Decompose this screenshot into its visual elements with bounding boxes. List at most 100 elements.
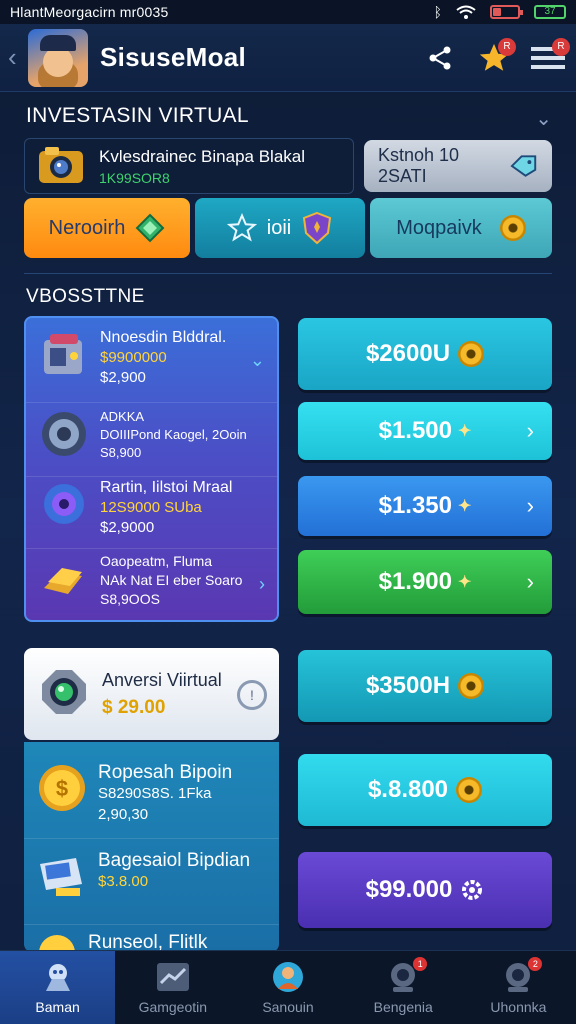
disc-icon xyxy=(38,408,90,460)
item-price: $2,9000 xyxy=(100,519,155,536)
avatar[interactable] xyxy=(28,28,88,87)
list-item[interactable]: $ Ropesah Bipoin S8290S8S. 1Fka 2,90,30 xyxy=(36,762,232,825)
list-item[interactable]: Nnoesdin Blddral. $9900000 $2,900 ⌄ xyxy=(26,328,277,388)
list-item[interactable]: Rartin, Iilstoi Mraal 12S9000 SUba $2,90… xyxy=(26,478,277,538)
nav-label: Uhonnka xyxy=(490,998,547,1015)
chevron-right-icon: › xyxy=(526,493,534,518)
item-name: Oaopeatm, Fluma xyxy=(100,553,213,569)
item-price: $3.8.00 xyxy=(98,873,149,890)
price-label: $3500H xyxy=(365,672,451,699)
battery-level: 37 xyxy=(534,5,566,19)
item-value: 12S9000 SUba xyxy=(100,499,202,516)
chevron-right-icon: › xyxy=(526,569,534,594)
camera-user-icon: 2 xyxy=(500,956,543,993)
svg-text:$: $ xyxy=(56,776,68,801)
share-icon xyxy=(429,46,451,69)
notification-badge: R xyxy=(498,37,516,56)
bottom-nav: Baman Gamgeotin Sanouin 1 Bengenia 2 Uho… xyxy=(0,950,576,1024)
price-button[interactable]: $.8.800 xyxy=(298,754,552,826)
gold-coin-icon xyxy=(458,341,485,367)
info-card-title: Kvlesdrainec Binapa Blakal xyxy=(99,146,306,166)
asset-list-group-2: $ Ropesah Bipoin S8290S8S. 1Fka 2,90,30 … xyxy=(24,742,279,952)
item-value: $9900000 xyxy=(100,349,167,366)
camera-user-icon: 1 xyxy=(385,956,428,993)
list-item[interactable]: Bagesaiol Bipdian $3.8.00 xyxy=(36,850,250,907)
gold-coin-icon xyxy=(456,777,483,803)
star-outline-icon xyxy=(226,213,257,242)
chevron-right-icon[interactable]: › xyxy=(259,574,265,595)
info-card[interactable]: Kvlesdrainec Binapa Blakal 1K99SOR8 xyxy=(24,138,354,194)
status-text: HlantMeorgacirn mr0035 xyxy=(10,4,169,20)
asset-list-group-1: Nnoesdin Blddral. $9900000 $2,900 ⌄ ADKK… xyxy=(24,316,279,622)
chevron-down-icon[interactable]: ⌄ xyxy=(535,106,552,131)
sparkle-icon: ✦ xyxy=(458,498,472,515)
item-value: S8290S8S. 1Fka xyxy=(98,785,212,802)
price-button[interactable]: $99.000 xyxy=(298,852,552,928)
tag-icon xyxy=(510,155,537,177)
status-bar: HlantMeorgacirn mr0035 ᛒ 37 xyxy=(0,0,576,24)
item-name: Runseol, Flitlk xyxy=(88,932,208,952)
list-item[interactable]: Runseol, Flitlk xyxy=(36,932,207,952)
pill-button-3[interactable]: Moqpaivk xyxy=(370,198,552,258)
nav-item-bengenia[interactable]: 1 Bengenia xyxy=(346,951,461,1024)
price-button[interactable]: $3500H xyxy=(298,650,552,722)
item-price: $ 29.00 xyxy=(102,696,166,718)
coin-icon xyxy=(36,932,78,952)
grey-action-button[interactable]: Kstnoh 10 2SATI xyxy=(364,140,552,192)
machine-icon xyxy=(38,328,90,380)
card-reader-icon xyxy=(36,850,88,907)
item-name: Rartin, Iilstoi Mraal xyxy=(100,479,233,496)
item-name: Bagesaiol Bipdian xyxy=(98,850,251,871)
shield-icon xyxy=(303,211,332,245)
item-price: $2,900 xyxy=(100,369,146,386)
price-button[interactable]: $1.500 ✦ › xyxy=(298,402,552,460)
item-name: Nnoesdin Blddral. xyxy=(100,329,227,346)
list-item[interactable]: Oaopeatm, Fluma NAk Nat EI eber Soaro S8… xyxy=(26,552,277,609)
gold-coin-icon xyxy=(499,215,526,241)
nav-item-games[interactable]: Gamgeotin xyxy=(115,951,230,1024)
profile-globe-icon xyxy=(270,961,306,993)
info-icon[interactable]: ! xyxy=(237,680,267,710)
nav-label: Baman xyxy=(35,998,80,1015)
price-label: $.8.800 xyxy=(367,776,449,803)
item-name: Ropesah Bipoin xyxy=(98,762,233,783)
price-button[interactable]: $1.900 ✦ › xyxy=(298,550,552,614)
nav-item-center[interactable]: Sanouin xyxy=(230,951,345,1024)
price-label: $1.900 xyxy=(378,568,452,595)
item-price: 2,90,30 xyxy=(98,806,149,823)
menu-badge: R xyxy=(552,37,570,56)
share-button[interactable] xyxy=(420,38,460,78)
grey-button-label: Kstnoh 10 2SATI xyxy=(378,145,460,186)
price-label: $1.350 xyxy=(378,492,452,519)
sparkle-icon: ✦ xyxy=(458,423,472,440)
sparkle-icon: ✦ xyxy=(458,574,472,591)
section-title-list: VBOSSTTNE xyxy=(26,286,145,307)
nav-label: Sanouin xyxy=(262,998,314,1015)
list-item[interactable]: ADKKA DOIIIPond Kaogel, 2Ooin S8,900 xyxy=(26,408,277,462)
price-button[interactable]: $1.350 ✦ › xyxy=(298,476,552,536)
item-name: ADKKA xyxy=(100,409,145,424)
info-card-subtitle: 1K99SOR8 xyxy=(99,169,170,186)
menu-button[interactable]: R xyxy=(528,37,570,78)
app-title: SisuseMoal xyxy=(100,42,247,72)
price-button[interactable]: $2600U xyxy=(298,318,552,390)
nav-item-home[interactable]: Baman xyxy=(0,951,116,1024)
chevron-down-icon[interactable]: ⌄ xyxy=(250,350,265,371)
lens-icon xyxy=(36,664,92,725)
pill-1-label: Nerooirh xyxy=(48,216,126,239)
item-name: Anversi Viirtual xyxy=(102,669,222,690)
nav-badge: 2 xyxy=(528,956,543,971)
nav-item-uhonnka[interactable]: 2 Uhonnka xyxy=(461,951,576,1024)
back-chevron-icon[interactable]: ‹ xyxy=(8,42,24,73)
divider xyxy=(24,273,552,274)
pill-button-1[interactable]: Nerooirh xyxy=(24,198,190,258)
favorites-button[interactable]: R xyxy=(474,37,516,78)
dollar-coin-icon: $ xyxy=(36,762,88,825)
pill-button-2[interactable]: ioii xyxy=(195,198,365,258)
item-price: S8,9OOS xyxy=(100,591,160,607)
bluetooth-icon: ᛒ xyxy=(433,4,442,20)
gear-device-icon xyxy=(38,478,90,530)
home-robot-icon xyxy=(40,961,76,993)
wifi-icon xyxy=(456,5,476,19)
selected-item-card[interactable]: Anversi Viirtual $ 29.00 ! xyxy=(24,648,279,740)
